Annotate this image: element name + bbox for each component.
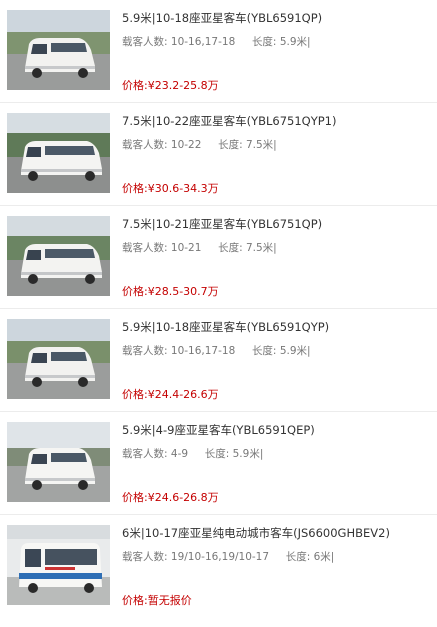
price-label: 价格:: [122, 182, 148, 195]
seats-value: 10-22: [170, 139, 202, 151]
length-label: 长度:: [218, 242, 243, 254]
price-value: ¥30.6-34.3万: [147, 182, 219, 195]
vehicle-photo[interactable]: [7, 525, 110, 605]
vehicle-specs: 载客人数: 10-21 长度: 7.5米|: [122, 240, 277, 255]
price: 价格:¥30.6-34.3万: [122, 180, 219, 196]
length-value: 5.9米|: [279, 36, 311, 48]
seats-value: 4-9: [170, 448, 189, 460]
length-value: 5.9米|: [232, 448, 264, 460]
length-label: 长度:: [251, 36, 277, 48]
list-item[interactable]: 5.9米|4-9座亚星客车(YBL6591QEP) 载客人数: 4-9 长度: …: [0, 412, 437, 515]
price-value: ¥23.2-25.8万: [147, 79, 219, 92]
length-value: 7.5米|: [245, 139, 277, 151]
seats-value: 19/10-16,19/10-17: [170, 551, 270, 563]
list-item[interactable]: 6米|10-17座亚星纯电动城市客车(JS6600GHBEV2) 载客人数: 1…: [0, 515, 437, 618]
vehicle-title[interactable]: 7.5米|10-21座亚星客车(YBL6751QP): [122, 216, 322, 232]
price-value: 暂无报价: [147, 594, 192, 607]
vehicle-photo[interactable]: [7, 422, 110, 502]
length-label: 长度:: [251, 345, 277, 357]
price-label: 价格:: [122, 491, 148, 504]
price: 价格:¥28.5-30.7万: [122, 283, 219, 299]
vehicle-specs: 载客人数: 10-22 长度: 7.5米|: [122, 137, 277, 152]
seats-value: 10-21: [170, 242, 202, 254]
seats-label: 载客人数:: [122, 36, 168, 48]
vehicle-title[interactable]: 7.5米|10-22座亚星客车(YBL6751QYP1): [122, 113, 336, 129]
seats-value: 10-16,17-18: [170, 36, 236, 48]
list-item[interactable]: 5.9米|10-18座亚星客车(YBL6591QP) 载客人数: 10-16,1…: [0, 0, 437, 103]
price-label: 价格:: [122, 388, 148, 401]
list-item[interactable]: 5.9米|10-18座亚星客车(YBL6591QYP) 载客人数: 10-16,…: [0, 309, 437, 412]
vehicle-photo[interactable]: [7, 113, 110, 193]
vehicle-title[interactable]: 5.9米|10-18座亚星客车(YBL6591QP): [122, 10, 322, 26]
seats-label: 载客人数:: [122, 139, 168, 151]
vehicle-photo[interactable]: [7, 216, 110, 296]
vehicle-title[interactable]: 6米|10-17座亚星纯电动城市客车(JS6600GHBEV2): [122, 525, 390, 541]
price-label: 价格:: [122, 285, 148, 298]
vehicle-photo[interactable]: [7, 10, 110, 90]
seats-label: 载客人数:: [122, 242, 168, 254]
seats-value: 10-16,17-18: [170, 345, 236, 357]
length-label: 长度:: [218, 139, 243, 151]
vehicle-specs: 载客人数: 19/10-16,19/10-17 长度: 6米|: [122, 549, 334, 564]
length-label: 长度:: [285, 551, 311, 563]
seats-label: 载客人数:: [122, 345, 168, 357]
price-label: 价格:: [122, 79, 148, 92]
length-value: 5.9米|: [279, 345, 311, 357]
vehicle-specs: 载客人数: 4-9 长度: 5.9米|: [122, 446, 263, 461]
price-value: ¥24.4-26.6万: [147, 388, 219, 401]
vehicle-title[interactable]: 5.9米|10-18座亚星客车(YBL6591QYP): [122, 319, 329, 335]
vehicle-photo[interactable]: [7, 319, 110, 399]
list-item[interactable]: 7.5米|10-22座亚星客车(YBL6751QYP1) 载客人数: 10-22…: [0, 103, 437, 206]
vehicle-specs: 载客人数: 10-16,17-18 长度: 5.9米|: [122, 34, 311, 49]
length-value: 6米|: [313, 551, 335, 563]
vehicle-list: 5.9米|10-18座亚星客车(YBL6591QP) 载客人数: 10-16,1…: [0, 0, 437, 618]
length-label: 长度:: [204, 448, 230, 460]
price-value: ¥28.5-30.7万: [147, 285, 219, 298]
price: 价格:暂无报价: [122, 592, 192, 608]
price: 价格:¥24.6-26.8万: [122, 489, 219, 505]
seats-label: 载客人数:: [122, 448, 168, 460]
vehicle-specs: 载客人数: 10-16,17-18 长度: 5.9米|: [122, 343, 311, 358]
price-label: 价格:: [122, 594, 148, 607]
price-value: ¥24.6-26.8万: [147, 491, 219, 504]
price: 价格:¥23.2-25.8万: [122, 77, 219, 93]
list-item[interactable]: 7.5米|10-21座亚星客车(YBL6751QP) 载客人数: 10-21 长…: [0, 206, 437, 309]
length-value: 7.5米|: [245, 242, 277, 254]
seats-label: 载客人数:: [122, 551, 168, 563]
price: 价格:¥24.4-26.6万: [122, 386, 219, 402]
vehicle-title[interactable]: 5.9米|4-9座亚星客车(YBL6591QEP): [122, 422, 315, 438]
